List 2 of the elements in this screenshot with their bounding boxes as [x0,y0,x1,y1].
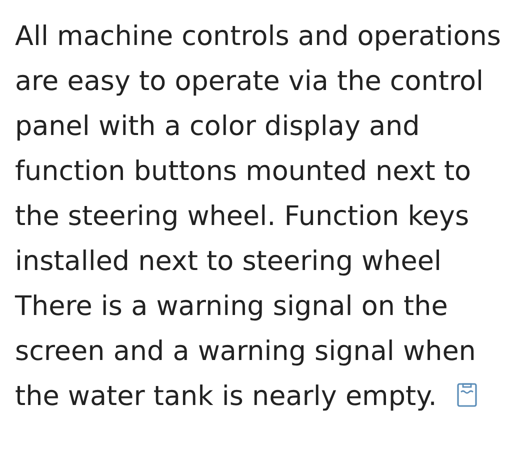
tank-icon [457,383,478,407]
description-paragraph: All machine controls and operations are easy to operate via the control panel with a color display and function buttons mounted next to the steering wheel. Function keys installed next to steering wheel There is a warning signal on the screen and a warning signal when the water tank is nearly empty. [15,20,501,414]
